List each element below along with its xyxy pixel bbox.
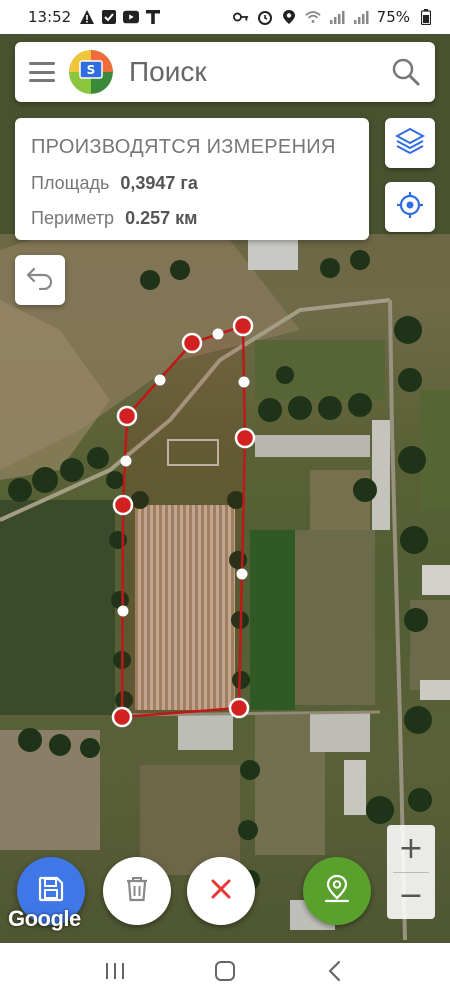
t-icon	[145, 9, 161, 25]
vertex-point[interactable]	[116, 405, 138, 427]
perimeter-label: Периметр	[31, 208, 115, 228]
midpoint-handle[interactable]	[117, 605, 129, 617]
search-input[interactable]: Поиск	[129, 56, 391, 88]
midpoint-handle[interactable]	[238, 376, 250, 388]
my-location-button[interactable]	[385, 182, 435, 232]
zoom-control: + −	[387, 825, 435, 919]
youtube-icon	[123, 9, 140, 25]
google-attribution: Google	[8, 906, 81, 931]
signal-icon	[353, 9, 369, 25]
area-label: Площадь	[31, 173, 110, 193]
layers-button[interactable]	[385, 118, 435, 168]
search-bar[interactable]: S Поиск	[15, 42, 435, 102]
vertex-point[interactable]	[181, 332, 203, 354]
vertex-point[interactable]	[111, 706, 133, 728]
cancel-button[interactable]	[187, 857, 255, 925]
midpoint-handle[interactable]	[236, 568, 248, 580]
map-pin-icon	[323, 874, 351, 909]
status-right-icons: 75%	[232, 8, 434, 26]
undo-button[interactable]	[15, 255, 65, 305]
place-marker-button[interactable]	[303, 857, 371, 925]
vertex-point[interactable]	[232, 315, 254, 337]
home-icon	[214, 960, 236, 987]
search-icon[interactable]	[391, 57, 421, 87]
battery-percent: 75%	[376, 8, 410, 26]
battery-icon	[418, 9, 434, 25]
midpoint-handle[interactable]	[120, 455, 132, 467]
back-button[interactable]	[315, 953, 355, 993]
vertex-point[interactable]	[228, 697, 250, 719]
vertex-point[interactable]	[234, 427, 256, 449]
vertex-point[interactable]	[112, 494, 134, 516]
zoom-out-button[interactable]: −	[387, 873, 435, 920]
undo-icon	[26, 266, 54, 295]
zoom-in-button[interactable]: +	[387, 825, 435, 872]
measurement-title: ПРОИЗВОДЯТСЯ ИЗМЕРЕНИЯ	[31, 136, 336, 158]
navigation-bar	[0, 943, 450, 1003]
svg-text:S: S	[87, 63, 96, 77]
warning-icon	[79, 9, 95, 25]
status-bar: 13:52 75%	[0, 0, 450, 34]
trash-icon	[124, 875, 150, 908]
recent-apps-icon	[104, 961, 126, 986]
perimeter-row: Периметр 0.257 км	[31, 208, 353, 229]
close-icon	[209, 877, 233, 906]
measurement-panel: ПРОИЗВОДЯТСЯ ИЗМЕРЕНИЯ Площадь 0,3947 га…	[15, 118, 369, 240]
area-value: 0,3947 га	[120, 173, 198, 193]
alarm-icon	[257, 9, 273, 25]
app-logo: S	[69, 50, 113, 94]
delete-button[interactable]	[103, 857, 171, 925]
wifi-icon	[304, 9, 321, 25]
back-icon	[327, 960, 343, 987]
status-time: 13:52	[28, 8, 72, 26]
status-left-icons	[79, 9, 161, 25]
midpoint-handle[interactable]	[212, 328, 224, 340]
layers-icon	[394, 126, 426, 161]
key-icon	[232, 9, 249, 25]
midpoint-handle[interactable]	[154, 374, 166, 386]
crosshair-icon	[395, 190, 425, 225]
perimeter-value: 0.257 км	[125, 208, 198, 228]
area-row: Площадь 0,3947 га	[31, 173, 353, 194]
signal-icon	[329, 9, 345, 25]
menu-icon[interactable]	[29, 62, 55, 82]
save-icon	[37, 875, 65, 908]
home-button[interactable]	[205, 953, 245, 993]
location-icon	[281, 9, 297, 25]
check-square-icon	[101, 9, 117, 25]
recent-apps-button[interactable]	[95, 953, 135, 993]
